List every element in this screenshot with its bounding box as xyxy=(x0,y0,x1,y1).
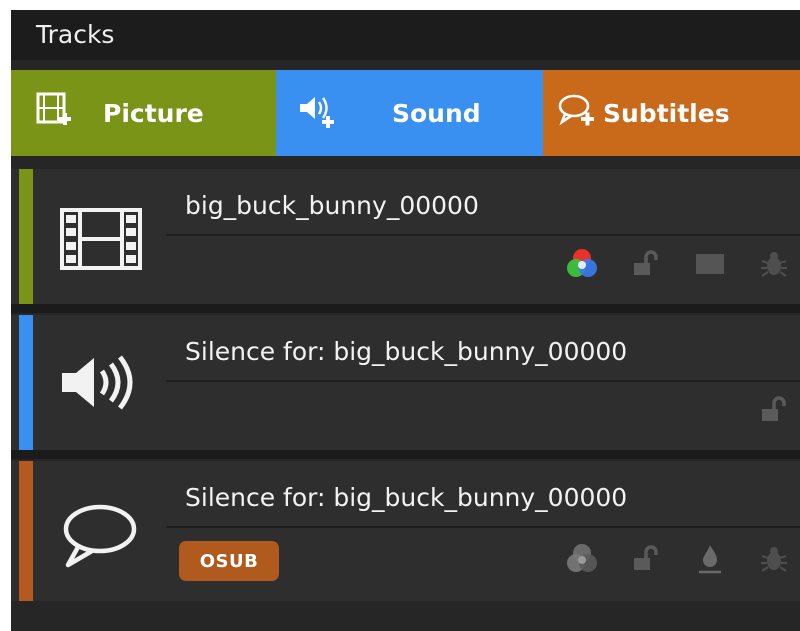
subtitles-track-actions xyxy=(536,539,800,579)
film-add-icon xyxy=(35,91,73,135)
panel-header: Tracks xyxy=(11,10,800,60)
speech-bubble-add-icon xyxy=(557,91,597,135)
sep-bottom xyxy=(11,450,800,459)
divider xyxy=(166,234,800,236)
bug-icon[interactable] xyxy=(756,246,792,282)
divider xyxy=(166,380,800,382)
add-picture-track-button[interactable]: Picture xyxy=(11,70,276,156)
screen-icon[interactable] xyxy=(692,246,728,282)
tab-picture-label: Picture xyxy=(103,98,204,128)
color-channels-icon[interactable] xyxy=(564,541,600,577)
tab-sound-label: Sound xyxy=(392,98,481,128)
panel-title: Tracks xyxy=(36,20,115,49)
add-track-tabs: Picture Sound Subtitles xyxy=(11,70,800,156)
subtitles-track[interactable]: Silence for: big_buck_bunny_00000 OSUB xyxy=(11,461,800,601)
picture-track[interactable]: big_buck_bunny_00000 xyxy=(11,169,800,313)
add-subtitles-track-button[interactable]: Subtitles xyxy=(543,70,800,156)
subtitles-track-name: Silence for: big_buck_bunny_00000 xyxy=(185,483,628,512)
sound-track-accent xyxy=(19,315,33,450)
film-icon xyxy=(56,204,146,278)
speech-bubble-icon xyxy=(56,499,146,578)
picture-track-name: big_buck_bunny_00000 xyxy=(185,191,479,220)
sep-bottom xyxy=(11,304,800,313)
picture-track-actions xyxy=(536,244,800,284)
tracks-panel: Tracks Picture Sound Subtitles big_buck_… xyxy=(11,10,800,631)
picture-track-accent xyxy=(19,169,33,304)
osub-badge[interactable]: OSUB xyxy=(179,541,279,581)
divider xyxy=(166,526,800,528)
lock-icon[interactable] xyxy=(756,392,792,428)
add-sound-track-button[interactable]: Sound xyxy=(276,70,543,156)
lock-icon[interactable] xyxy=(628,246,664,282)
sound-track[interactable]: Silence for: big_buck_bunny_00000 xyxy=(11,315,800,459)
lock-icon[interactable] xyxy=(628,541,664,577)
bug-icon[interactable] xyxy=(756,541,792,577)
speaker-add-icon xyxy=(296,91,336,135)
sound-track-name: Silence for: big_buck_bunny_00000 xyxy=(185,337,628,366)
subtitles-track-accent xyxy=(19,461,33,601)
color-channels-icon[interactable] xyxy=(564,246,600,282)
sound-track-actions xyxy=(728,390,800,430)
speaker-icon xyxy=(56,345,146,424)
flame-icon[interactable] xyxy=(692,541,728,577)
tab-subtitles-label: Subtitles xyxy=(603,98,730,128)
